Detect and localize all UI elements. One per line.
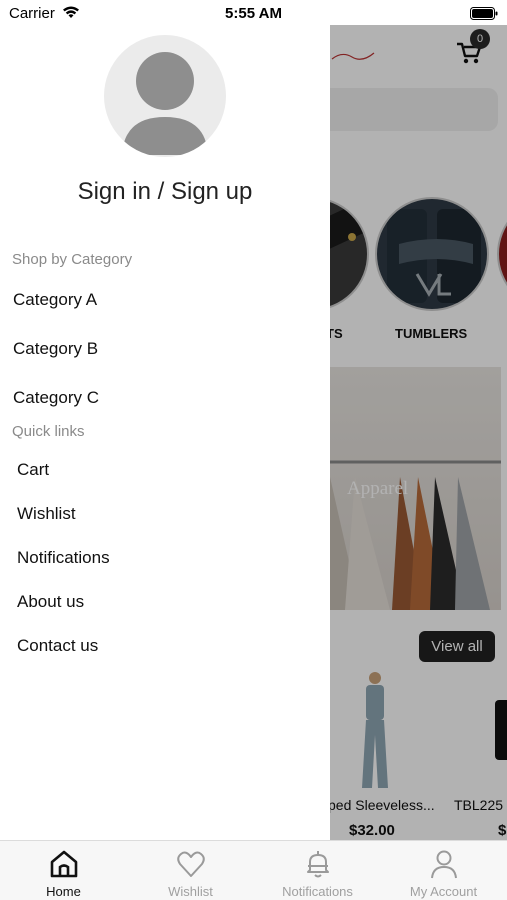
- side-drawer: Sign in / Sign up Shop by Category Categ…: [0, 0, 330, 840]
- tab-label: Notifications: [282, 884, 353, 899]
- user-placeholder-icon: [122, 52, 208, 155]
- person-icon: [430, 850, 457, 879]
- tab-wishlist[interactable]: Wishlist: [127, 841, 254, 900]
- wishlist-link[interactable]: Wishlist: [17, 504, 76, 524]
- bell-icon: [306, 851, 329, 878]
- tab-label: Home: [46, 884, 81, 899]
- category-b-item[interactable]: Category B: [13, 339, 98, 359]
- tab-notifications[interactable]: Notifications: [254, 841, 381, 900]
- bottom-tab-bar: Home Wishlist Notifications My Account: [0, 840, 507, 900]
- tab-home[interactable]: Home: [0, 841, 127, 900]
- status-bar: Carrier 5:55 AM: [0, 0, 507, 28]
- about-us-link[interactable]: About us: [17, 592, 84, 612]
- tab-label: Wishlist: [168, 884, 213, 899]
- heart-icon: [176, 851, 205, 877]
- category-c-item[interactable]: Category C: [13, 388, 99, 408]
- quick-links-heading: Quick links: [12, 423, 85, 440]
- tab-my-account[interactable]: My Account: [380, 841, 507, 900]
- category-a-item[interactable]: Category A: [13, 290, 97, 310]
- shop-by-category-heading: Shop by Category: [12, 251, 133, 268]
- battery-icon: [470, 7, 498, 20]
- avatar[interactable]: [104, 35, 226, 157]
- tab-label: My Account: [409, 884, 478, 899]
- cart-link[interactable]: Cart: [17, 460, 49, 480]
- notifications-link[interactable]: Notifications: [17, 548, 110, 568]
- home-icon: [50, 850, 77, 878]
- contact-us-link[interactable]: Contact us: [17, 636, 98, 656]
- status-time: 5:55 AM: [225, 5, 282, 22]
- sign-in-link[interactable]: Sign in / Sign up: [0, 178, 330, 206]
